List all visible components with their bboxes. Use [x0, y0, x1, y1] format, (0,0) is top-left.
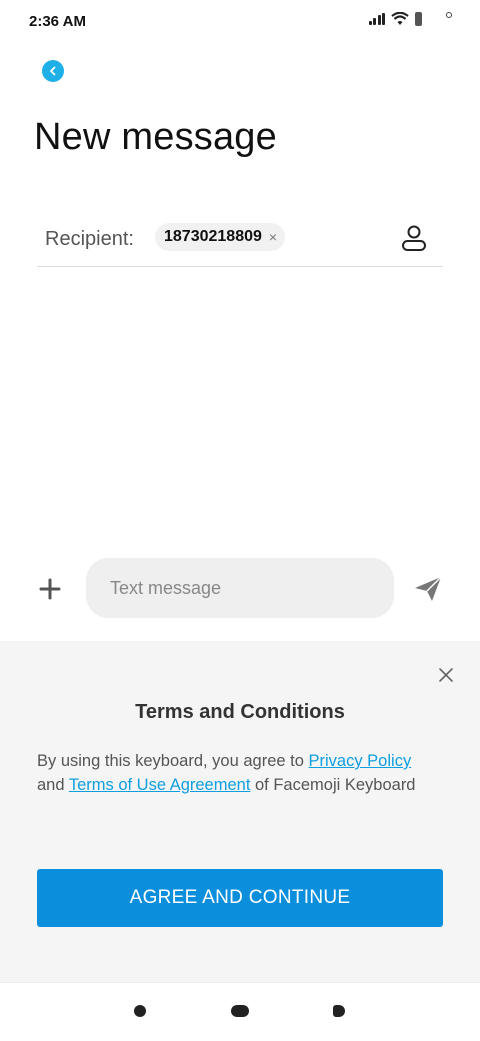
terms-title: Terms and Conditions [135, 701, 345, 723]
battery-icon [415, 12, 422, 26]
terms-body: By using this keyboard, you agree to Pri… [37, 749, 427, 797]
contact-picker-icon[interactable] [401, 224, 427, 252]
text-message-input[interactable] [86, 558, 394, 618]
signal-icon [368, 13, 385, 25]
status-icons [368, 12, 452, 26]
close-icon[interactable] [438, 667, 454, 683]
nav-home-button[interactable] [231, 1005, 249, 1017]
terms-text-2: and [37, 776, 69, 794]
terms-text-1: By using this keyboard, you agree to [37, 752, 309, 770]
page-title: New message [34, 116, 277, 158]
status-bar: 2:36 AM [0, 0, 480, 44]
plus-icon[interactable] [39, 578, 61, 600]
navigation-bar [0, 982, 480, 1041]
chevron-left-icon [50, 66, 56, 76]
recipient-row: Recipient: 18730218809 × [37, 212, 443, 267]
nav-back-button[interactable] [134, 1005, 146, 1017]
back-button[interactable] [42, 60, 64, 82]
terms-panel: Terms and Conditions By using this keybo… [0, 641, 480, 982]
recipient-chip-text: 18730218809 [164, 228, 262, 245]
terms-text-3: of Facemoji Keyboard [250, 776, 416, 794]
privacy-policy-link[interactable]: Privacy Policy [309, 752, 412, 770]
recipient-label: Recipient: [45, 228, 134, 250]
wifi-icon [391, 12, 409, 25]
send-icon[interactable] [414, 576, 442, 602]
notification-dot-icon [446, 12, 452, 18]
status-time: 2:36 AM [29, 13, 86, 30]
chip-remove-icon[interactable]: × [269, 230, 277, 244]
recipient-chip[interactable]: 18730218809 × [155, 223, 286, 251]
nav-recents-button[interactable] [333, 1005, 345, 1017]
compose-bar [0, 558, 480, 620]
agree-and-continue-button[interactable]: AGREE AND CONTINUE [37, 869, 443, 927]
terms-of-use-link[interactable]: Terms of Use Agreement [69, 776, 251, 794]
